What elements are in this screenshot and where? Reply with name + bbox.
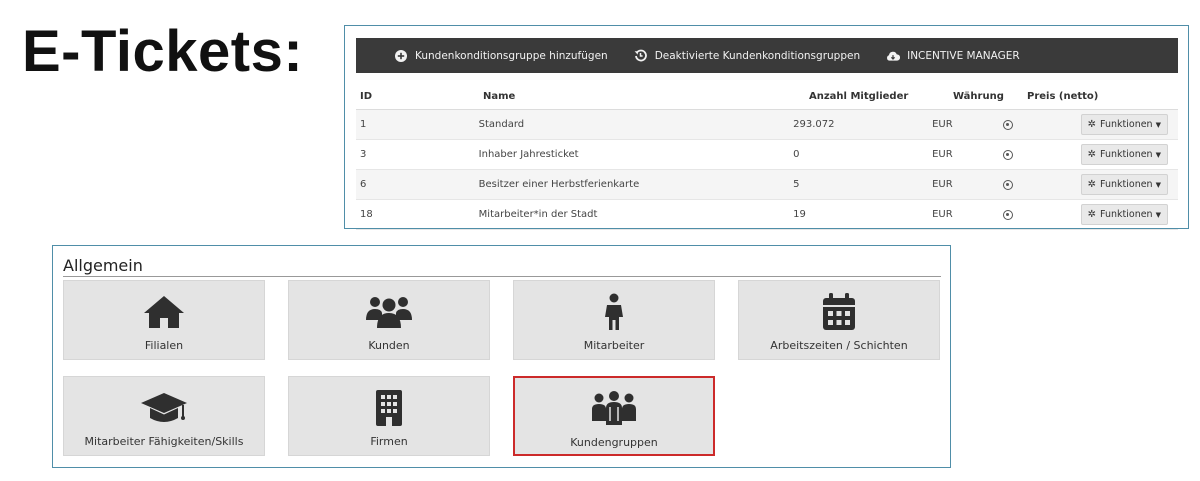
table-header: ID Name Anzahl Mitglieder Währung Preis … — [356, 84, 1178, 110]
caret-down-icon: ▼ — [1155, 180, 1161, 189]
gear-icon: ✲ — [1087, 209, 1097, 220]
row-name: Besitzer einer Herbstferienkarte — [478, 179, 640, 190]
functions-dropdown-button[interactable]: ✲ Funktionen ▼ — [1080, 144, 1168, 165]
row-id: 1 — [360, 119, 367, 130]
row-currency: EUR — [932, 149, 953, 160]
functions-dropdown-button[interactable]: ✲ Funktionen ▼ — [1080, 174, 1168, 195]
row-id: 6 — [360, 179, 367, 190]
deactivated-groups-label: Deaktivierte Kundenkonditionsgruppen — [654, 49, 861, 62]
gear-icon: ✲ — [1087, 149, 1097, 160]
row-id: 3 — [360, 149, 367, 160]
calendar-icon — [822, 293, 856, 331]
tile-kundengruppen[interactable]: Kundengruppen — [513, 376, 715, 456]
tile-kunden[interactable]: Kunden — [288, 280, 490, 360]
col-name-header[interactable]: Name — [483, 91, 809, 102]
functions-label: Funktionen — [1100, 209, 1153, 220]
row-members: 293.072 — [793, 119, 835, 130]
tile-filialen[interactable]: Filialen — [63, 280, 265, 360]
caret-down-icon: ▼ — [1155, 120, 1161, 129]
row-currency: EUR — [932, 119, 953, 130]
row-id: 18 — [360, 209, 373, 220]
users-icon — [364, 293, 414, 331]
plus-circle-icon — [394, 49, 408, 63]
page-heading: E-Tickets: — [22, 19, 304, 84]
deactivated-groups-button[interactable]: Deaktivierte Kundenkonditionsgruppen — [634, 49, 860, 63]
price-radio-icon[interactable] — [1003, 179, 1014, 190]
tile-label: Mitarbeiter — [583, 339, 645, 352]
functions-dropdown-button[interactable]: ✲ Funktionen ▼ — [1080, 114, 1168, 135]
price-radio-icon[interactable] — [1003, 209, 1014, 220]
tile-arbeitszeiten[interactable]: Arbeitszeiten / Schichten — [738, 280, 940, 360]
table-row: 3 Inhaber Jahresticket 0 EUR ✲ Funktionen… — [356, 140, 1178, 170]
building-icon — [375, 389, 403, 427]
row-currency: EUR — [932, 209, 953, 220]
tile-label: Kunden — [368, 339, 410, 352]
tile-label: Firmen — [370, 435, 408, 448]
table-row: 6 Besitzer einer Herbstferienkarte 5 EUR… — [356, 170, 1178, 200]
groups-table: ID Name Anzahl Mitglieder Währung Preis … — [356, 84, 1178, 230]
row-currency: EUR — [932, 179, 953, 190]
gear-icon: ✲ — [1087, 179, 1097, 190]
history-icon — [634, 49, 648, 63]
col-price-header[interactable]: Preis (netto) — [1027, 91, 1107, 102]
tile-skills[interactable]: Mitarbeiter Fähigkeiten/Skills — [63, 376, 265, 456]
toolbar: Kundenkonditionsgruppe hinzufügen Deakti… — [356, 38, 1178, 73]
incentive-manager-label: INCENTIVE MANAGER — [907, 49, 1020, 62]
tile-label: Arbeitszeiten / Schichten — [770, 339, 908, 352]
tile-label: Mitarbeiter Fähigkeiten/Skills — [84, 435, 244, 448]
caret-down-icon: ▼ — [1155, 150, 1161, 159]
col-members-header[interactable]: Anzahl Mitglieder — [809, 91, 953, 102]
person-icon — [603, 293, 625, 331]
caret-down-icon: ▼ — [1155, 210, 1161, 219]
tile-label: Kundengruppen — [570, 436, 658, 449]
row-members: 19 — [793, 209, 806, 220]
tile-mitarbeiter[interactable]: Mitarbeiter — [513, 280, 715, 360]
section-title: Allgemein — [63, 256, 143, 275]
add-group-label: Kundenkonditionsgruppe hinzufügen — [415, 49, 608, 62]
home-icon — [142, 293, 186, 331]
table-row: 1 Standard 293.072 EUR ✲ Funktionen ▼ — [356, 110, 1178, 140]
graduation-cap-icon — [139, 389, 189, 427]
row-name: Standard — [478, 119, 525, 130]
price-radio-icon[interactable] — [1003, 149, 1014, 160]
col-currency-header[interactable]: Währung — [953, 91, 1027, 102]
table-row: 18 Mitarbeiter*in der Stadt 19 EUR ✲ Funk… — [356, 200, 1178, 230]
row-name: Mitarbeiter*in der Stadt — [478, 209, 598, 220]
tile-firmen[interactable]: Firmen — [288, 376, 490, 456]
incentive-manager-button[interactable]: INCENTIVE MANAGER — [886, 49, 1020, 63]
row-name: Inhaber Jahresticket — [478, 149, 579, 160]
row-members: 0 — [793, 149, 800, 160]
customer-groups-icon — [589, 390, 639, 428]
functions-label: Funktionen — [1100, 179, 1153, 190]
cloud-download-icon — [886, 49, 901, 63]
functions-dropdown-button[interactable]: ✲ Funktionen ▼ — [1080, 204, 1168, 225]
general-panel: Allgemein Filialen Kunden Mitarbeiter Ar… — [52, 245, 951, 468]
tile-label: Filialen — [144, 339, 184, 352]
row-members: 5 — [793, 179, 800, 190]
col-id-header[interactable]: ID — [356, 91, 483, 102]
section-divider — [63, 276, 941, 277]
price-radio-icon[interactable] — [1003, 119, 1014, 130]
gear-icon: ✲ — [1087, 119, 1097, 130]
customer-conditions-panel: Kundenkonditionsgruppe hinzufügen Deakti… — [344, 25, 1189, 230]
functions-label: Funktionen — [1100, 149, 1153, 160]
functions-label: Funktionen — [1100, 119, 1153, 130]
add-group-button[interactable]: Kundenkonditionsgruppe hinzufügen — [394, 49, 608, 63]
